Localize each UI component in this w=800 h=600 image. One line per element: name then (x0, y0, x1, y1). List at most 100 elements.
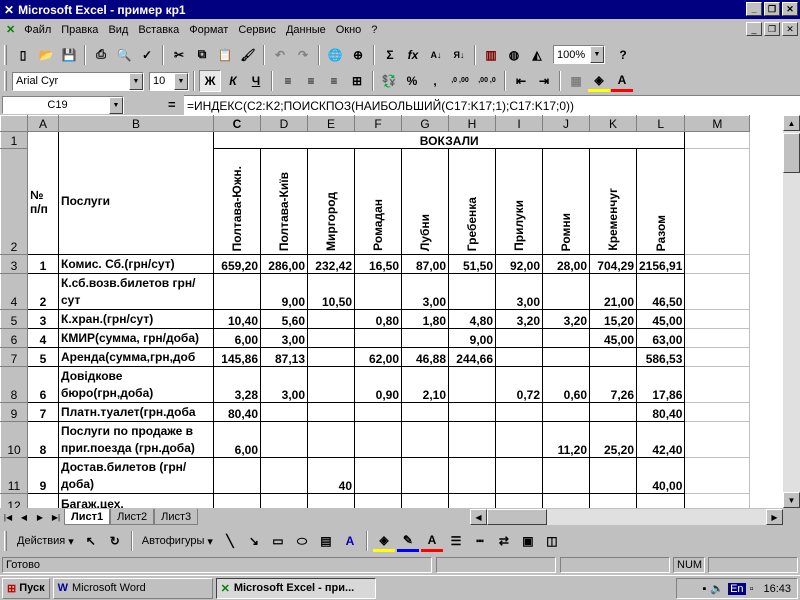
dash-style-icon[interactable]: ┅ (469, 530, 491, 552)
value-cell[interactable]: 28,00 (542, 254, 590, 274)
borders-icon[interactable]: ▦ (565, 70, 587, 92)
service-name-cell[interactable]: К.хран.(грн/сут) (58, 309, 214, 329)
save-icon[interactable]: 💾 (58, 44, 80, 66)
hscroll-thumb[interactable] (487, 509, 547, 525)
total-cell[interactable]: 17,86 (635, 366, 686, 403)
service-name-cell[interactable]: Послуги по продаже в приг.поезда (грн.до… (58, 421, 214, 458)
value-cell[interactable]: 46,88 (401, 347, 449, 367)
select-objects-icon[interactable]: ↖ (80, 530, 102, 552)
service-name-cell[interactable]: Аренда(сумма,грн,доб (58, 347, 214, 367)
value-cell[interactable] (260, 457, 308, 494)
actions-menu[interactable]: Действия ▾ (13, 530, 78, 552)
row-number-cell[interactable] (27, 493, 59, 508)
volume-icon[interactable]: 🔈 (710, 582, 724, 595)
cell[interactable] (684, 328, 751, 348)
station-header[interactable]: Полтава-Южн. (213, 148, 261, 255)
menu-file[interactable]: Файл (19, 24, 56, 36)
cell[interactable] (27, 131, 59, 149)
value-cell[interactable]: 21,00 (589, 273, 637, 310)
value-cell[interactable] (495, 493, 543, 508)
autosum-icon[interactable]: Σ (379, 44, 401, 66)
cell[interactable] (684, 131, 751, 149)
value-cell[interactable] (542, 493, 590, 508)
row-header[interactable]: 9 (0, 402, 28, 422)
menu-edit[interactable]: Правка (56, 24, 103, 36)
column-header[interactable]: A (27, 115, 59, 132)
cell[interactable] (684, 148, 751, 255)
value-cell[interactable]: 9,00 (448, 328, 496, 348)
value-cell[interactable] (589, 457, 637, 494)
task-excel[interactable]: ✕ Microsoft Excel - при... (215, 577, 376, 599)
value-cell[interactable] (448, 366, 496, 403)
value-cell[interactable] (260, 493, 308, 508)
value-cell[interactable]: 0,90 (354, 366, 402, 403)
start-button[interactable]: ⊞ Пуск (2, 577, 50, 599)
value-cell[interactable] (589, 493, 637, 508)
doc-restore-button[interactable]: ❐ (764, 22, 780, 36)
station-header[interactable]: Гребенка (448, 148, 496, 255)
chevron-down-icon[interactable]: ▼ (590, 46, 604, 63)
first-sheet-icon[interactable]: |◀ (0, 509, 16, 525)
column-header[interactable]: L (635, 115, 686, 132)
station-header[interactable]: Полтава-Київ (260, 148, 308, 255)
font-select[interactable]: Arial Cyr ▼ (12, 71, 144, 91)
number-column-header[interactable]: № п/п (27, 148, 59, 255)
value-cell[interactable]: 11,20 (542, 421, 590, 458)
align-center-icon[interactable]: ≡ (300, 70, 322, 92)
font-color-icon[interactable]: A (611, 70, 633, 92)
value-cell[interactable]: 659,20 (213, 254, 261, 274)
3d-icon[interactable]: ◫ (541, 530, 563, 552)
menu-view[interactable]: Вид (103, 24, 133, 36)
column-header[interactable]: G (401, 115, 449, 132)
value-cell[interactable]: 9,00 (260, 273, 308, 310)
value-cell[interactable] (401, 328, 449, 348)
value-cell[interactable] (542, 273, 590, 310)
stations-group-header[interactable]: ВОКЗАЛИ (212, 131, 686, 149)
menu-format[interactable]: Формат (184, 24, 233, 36)
italic-button[interactable]: К (222, 70, 244, 92)
column-header[interactable]: M (684, 115, 751, 132)
value-cell[interactable] (401, 421, 449, 458)
row-header[interactable]: 6 (0, 328, 28, 348)
row-number-cell[interactable]: 9 (27, 457, 59, 494)
value-cell[interactable]: 6,00 (213, 421, 261, 458)
cell[interactable] (684, 309, 751, 329)
value-cell[interactable] (495, 347, 543, 367)
percent-button[interactable]: % (401, 70, 423, 92)
cell[interactable] (684, 347, 751, 367)
value-cell[interactable]: 7,26 (589, 366, 637, 403)
office-assistant-icon[interactable]: ? (612, 44, 634, 66)
station-header[interactable]: Ромни (542, 148, 590, 255)
chevron-down-icon[interactable]: ▼ (109, 97, 123, 114)
cell[interactable] (684, 402, 751, 422)
value-cell[interactable]: 40 (307, 457, 355, 494)
value-cell[interactable] (307, 421, 355, 458)
value-cell[interactable] (260, 421, 308, 458)
value-cell[interactable]: 4,80 (448, 309, 496, 329)
scroll-up-icon[interactable]: ▲ (783, 115, 800, 131)
value-cell[interactable] (401, 402, 449, 422)
menu-data[interactable]: Данные (281, 24, 331, 36)
value-cell[interactable]: 3,28 (213, 366, 261, 403)
autoshapes-menu[interactable]: Автофигуры ▾ (138, 530, 217, 552)
total-cell[interactable] (635, 493, 686, 508)
column-header[interactable]: F (354, 115, 402, 132)
value-cell[interactable]: 232,42 (307, 254, 355, 274)
next-sheet-icon[interactable]: ▶ (32, 509, 48, 525)
value-cell[interactable]: 62,00 (354, 347, 402, 367)
menu-window[interactable]: Окно (331, 24, 367, 36)
row-header[interactable]: 7 (0, 347, 28, 367)
value-cell[interactable]: 51,50 (448, 254, 496, 274)
cell[interactable] (684, 273, 751, 310)
station-header[interactable]: Лубни (401, 148, 449, 255)
value-cell[interactable]: 0,72 (495, 366, 543, 403)
line-icon[interactable]: ╲ (219, 530, 241, 552)
value-cell[interactable] (448, 402, 496, 422)
station-header[interactable]: Кременчуг (589, 148, 637, 255)
fill-color-icon[interactable]: ◈ (588, 70, 610, 92)
total-cell[interactable]: 80,40 (635, 402, 686, 422)
service-name-cell[interactable]: Платн.туалет(грн.доба (58, 402, 214, 422)
row-header[interactable]: 12 (0, 493, 28, 508)
value-cell[interactable] (589, 402, 637, 422)
vertical-scrollbar[interactable]: ▲ ▼ (783, 115, 800, 508)
